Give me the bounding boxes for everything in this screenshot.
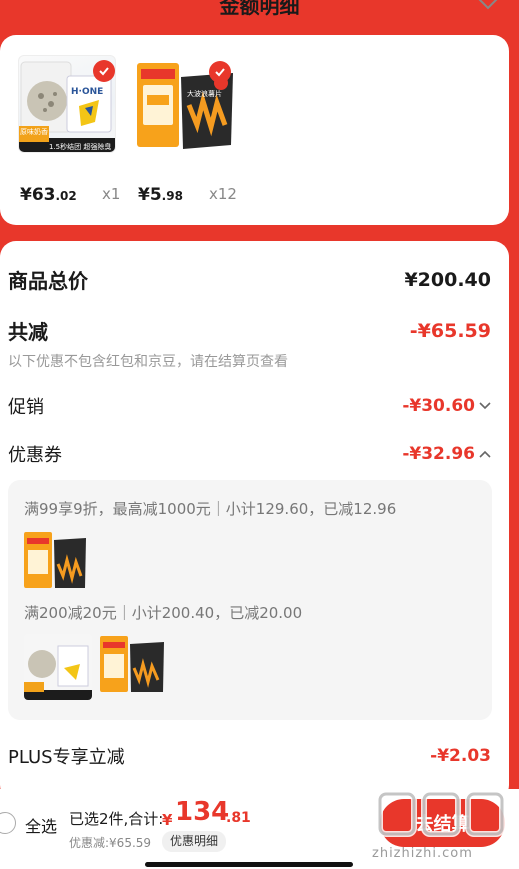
plus-discount-label: PLUS专享立减 [8, 747, 125, 768]
select-all-radio[interactable] [0, 812, 16, 834]
selected-check-icon [93, 60, 115, 82]
total-integer: 134 [175, 797, 230, 827]
watermark-text: zhizhizhi.com [372, 846, 473, 861]
coupon-product-thumb-litter [24, 634, 92, 700]
coupon-rule-2: 满200减20元｜小计200.40，已减20.00 [24, 604, 303, 622]
close-icon[interactable] [475, 0, 501, 16]
product-image-litter: H·ONE 原味奶香 1.5秒结团 超强除臭 [18, 55, 116, 153]
total-price-row: 商品总价 ¥200.40 [8, 265, 491, 294]
promo-value: -¥30.60 [402, 396, 491, 416]
product-banner-text: 大波浪薯片 [187, 90, 222, 98]
price-decimal: .98 [161, 189, 183, 203]
promo-row[interactable]: 促销 -¥30.60 [8, 393, 491, 419]
promo-amount: -¥30.60 [402, 396, 475, 416]
chevron-up-icon [479, 450, 491, 458]
discount-total-value: -¥65.59 [409, 319, 491, 342]
product-quantity: x12 [209, 185, 237, 203]
product-price: ¥5 .98 [138, 185, 183, 205]
product-banner-text: 1.5秒结团 超强除臭 [49, 143, 112, 151]
selected-check-icon [209, 61, 231, 83]
sheet-title: 金额明细 [219, 0, 300, 18]
product-item-chips[interactable]: 大波浪薯片 [137, 55, 235, 153]
discount-total-row: 共减 -¥65.59 [8, 316, 491, 345]
price-decimal: .02 [55, 189, 77, 203]
coupon-value: -¥32.96 [402, 444, 491, 464]
discount-detail-button[interactable]: 优惠明细 [162, 831, 227, 852]
coupon-product-thumb-chips-2 [100, 634, 166, 694]
total-decimal: .81 [226, 810, 251, 826]
price-integer: ¥63 [20, 185, 56, 205]
product-item-litter[interactable]: H·ONE 原味奶香 1.5秒结团 超强除臭 [18, 55, 116, 153]
price-integer: ¥5 [138, 185, 162, 205]
discount-total-label: 共减 [8, 320, 48, 344]
total-price-label: 商品总价 [8, 269, 88, 293]
chevron-down-icon [479, 402, 491, 410]
price-breakdown-card: 商品总价 ¥200.40 共减 -¥65.59 以下优惠不包含红包和京豆，请在结… [0, 241, 509, 801]
plus-discount-value: -¥2.03 [430, 746, 491, 766]
saved-amount: 优惠减:¥65.59 [69, 836, 152, 850]
promo-label: 促销 [8, 397, 44, 418]
select-all-label[interactable]: 全选 [25, 813, 57, 837]
coupon-product-thumb-chips [24, 530, 88, 590]
coupon-row[interactable]: 优惠券 -¥32.96 [8, 441, 491, 467]
selected-summary: 已选2件,合计: [69, 810, 164, 828]
coupon-amount: -¥32.96 [402, 444, 475, 464]
plus-discount-row: PLUS专享立减 -¥2.03 [8, 743, 491, 769]
total-price-value: ¥200.40 [404, 268, 491, 291]
product-card: H·ONE 原味奶香 1.5秒结团 超强除臭 大波浪薯片 ¥63 .02 x1 … [0, 35, 509, 225]
home-indicator [145, 862, 353, 867]
coupon-detail-panel: 满99享9折，最高减1000元｜小计129.60，已减12.96 满200减20… [8, 480, 492, 720]
product-price: ¥63 .02 [20, 185, 77, 205]
product-quantity: x1 [102, 185, 121, 203]
coupon-rule-1: 满99享9折，最高减1000元｜小计129.60，已减12.96 [24, 500, 397, 518]
product-image-chips: 大波浪薯片 [137, 55, 235, 153]
total-currency: ¥ [162, 811, 173, 829]
discount-note: 以下优惠不包含红包和京豆，请在结算页查看 [8, 354, 288, 370]
svg-text:H·ONE: H·ONE [71, 87, 103, 97]
coupon-label: 优惠券 [8, 445, 62, 466]
checkout-button[interactable]: 去结算 [380, 799, 505, 847]
product-flavor-badge: 原味奶香 [20, 128, 48, 136]
